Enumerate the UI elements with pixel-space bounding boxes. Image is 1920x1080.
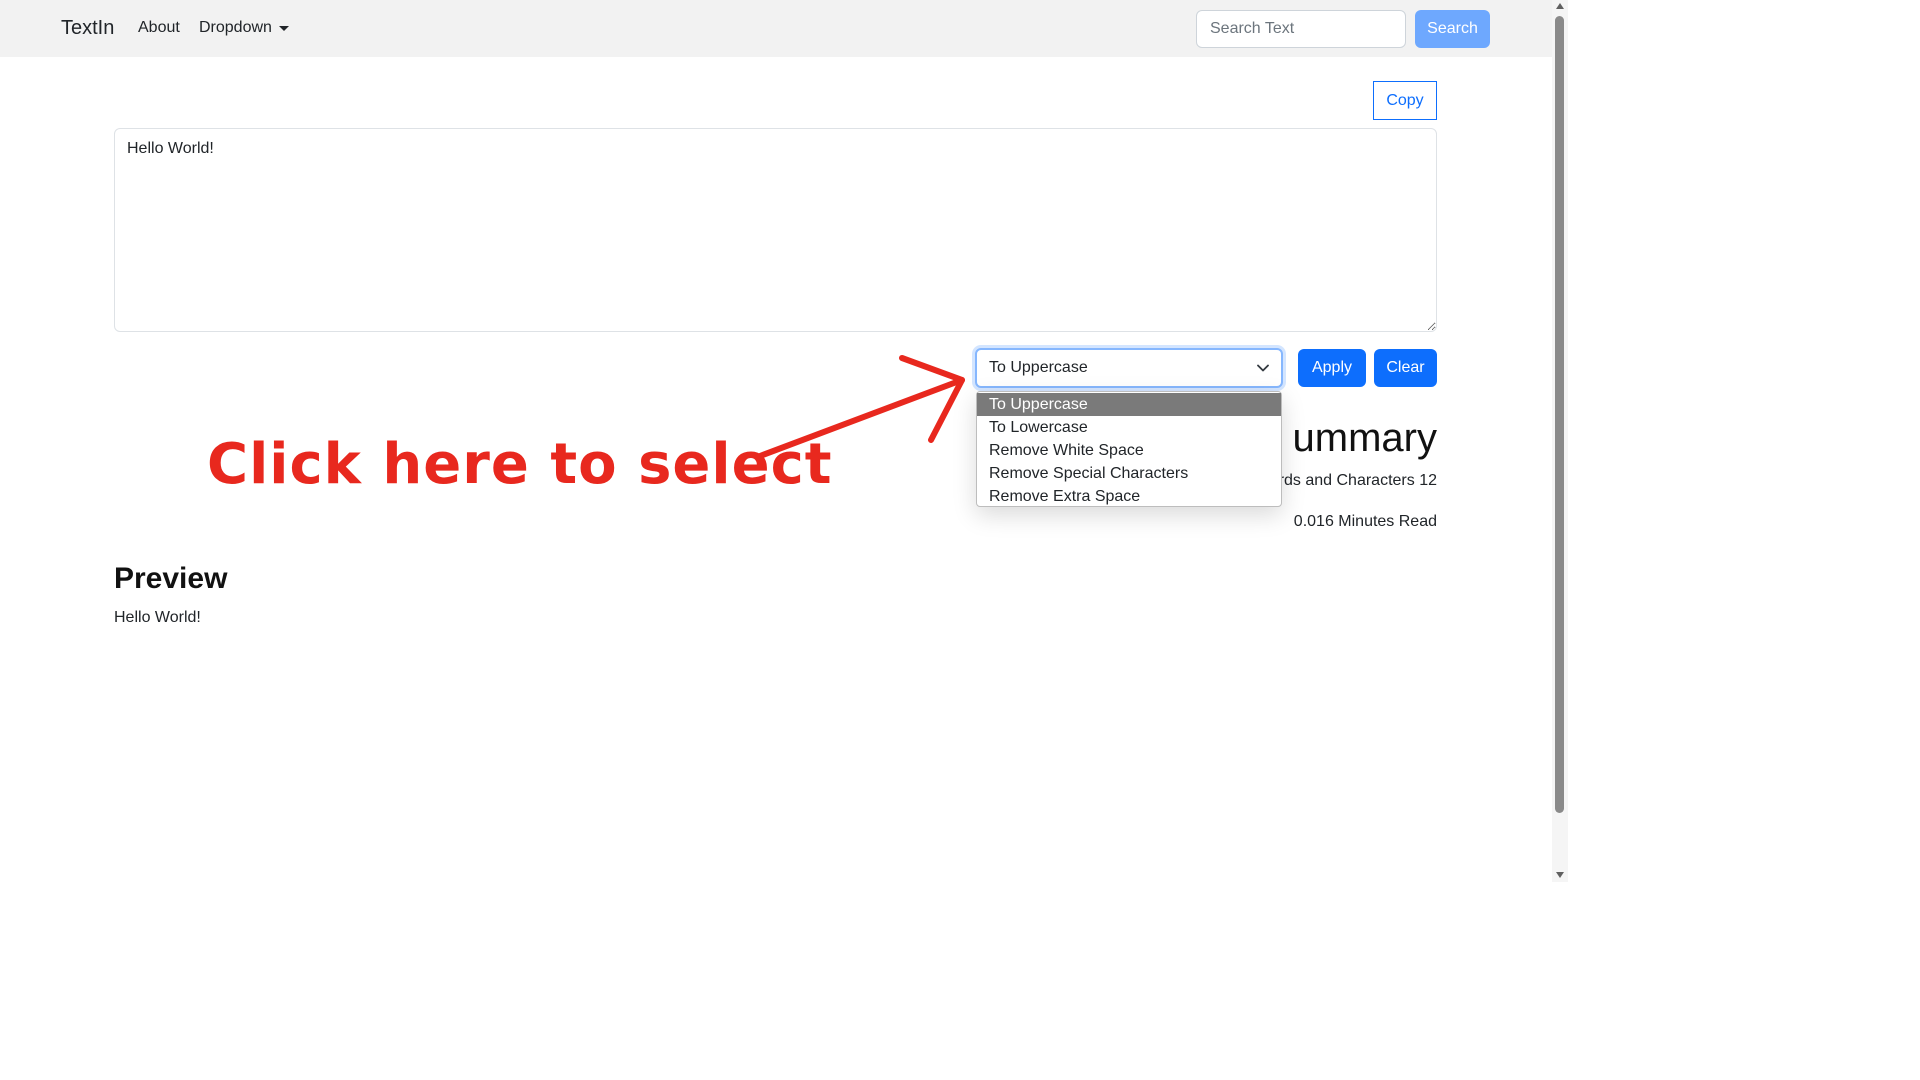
option-to-uppercase[interactable]: To Uppercase [977, 393, 1281, 416]
option-remove-white-space[interactable]: Remove White Space [977, 439, 1281, 462]
text-input-area[interactable]: Hello World! [114, 128, 1437, 332]
scroll-up-arrow-icon[interactable] [1555, 2, 1565, 10]
operation-select-value: To Uppercase [989, 359, 1088, 376]
summary-heading: ummary [1292, 416, 1437, 460]
scrollbar-thumb[interactable] [1555, 16, 1564, 813]
option-to-lowercase[interactable]: To Lowercase [977, 416, 1281, 439]
preview-text: Hello World! [114, 609, 201, 626]
navbar: TextIn About Dropdown Search [0, 0, 1552, 57]
word-character-count: rds and Characters 12 [1278, 472, 1437, 489]
scroll-down-arrow-icon[interactable] [1555, 871, 1565, 879]
nav-dropdown[interactable]: Dropdown [199, 19, 289, 37]
option-remove-special-characters[interactable]: Remove Special Characters [977, 462, 1281, 485]
option-remove-extra-space[interactable]: Remove Extra Space [977, 485, 1281, 508]
chevron-down-icon [1257, 364, 1269, 372]
operation-options-list: To Uppercase To Lowercase Remove White S… [976, 391, 1282, 507]
brand-logo[interactable]: TextIn [61, 17, 114, 40]
nav-dropdown-label: Dropdown [199, 19, 272, 36]
preview-heading: Preview [114, 562, 228, 595]
clear-button[interactable]: Clear [1374, 349, 1437, 387]
operation-select[interactable]: To Uppercase [975, 348, 1283, 388]
copy-button[interactable]: Copy [1373, 81, 1437, 120]
apply-button[interactable]: Apply [1298, 349, 1366, 387]
read-time: 0.016 Minutes Read [1293, 513, 1437, 530]
annotation-label: Click here to select [207, 432, 833, 497]
nav-link-about[interactable]: About [138, 19, 180, 37]
caret-down-icon [278, 25, 289, 31]
search-button[interactable]: Search [1415, 10, 1490, 48]
search-input[interactable] [1196, 10, 1406, 48]
